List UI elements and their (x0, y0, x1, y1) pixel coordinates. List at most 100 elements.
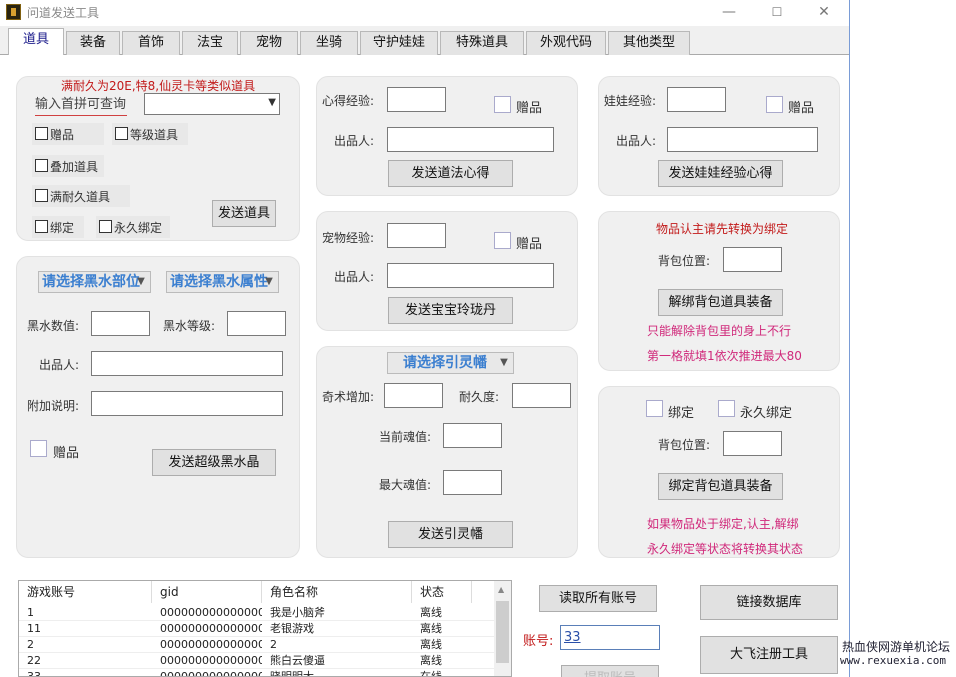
search-hint-label: 输入首拼可查询 (35, 93, 127, 116)
perm-bind-checkbox[interactable] (99, 220, 112, 233)
table-row[interactable]: 11 0000000000000007 老银游戏 离线 (19, 621, 495, 637)
send-black-crystal-button[interactable]: 发送超级黑水晶 (152, 449, 276, 476)
table-cell: 11 (27, 622, 41, 635)
account-input[interactable]: 33 (560, 625, 660, 650)
maximize-button[interactable]: ☐ (762, 2, 792, 22)
black-note-input[interactable] (91, 391, 283, 416)
table-row[interactable]: 22 0000000000000008 熊白云傻逼 离线 (19, 653, 495, 669)
table-row[interactable]: 1 0000000000000003 我是小脑斧 离线 (19, 605, 495, 621)
send-pet-button[interactable]: 发送宝宝玲珑丹 (388, 297, 513, 324)
title-bar: 问道发送工具 — ☐ ✕ (0, 0, 849, 26)
pet-gift-checkbox[interactable] (494, 232, 511, 249)
table-cell: 1 (27, 606, 34, 619)
pet-maker-label: 出品人: (334, 270, 375, 284)
send-heart-button[interactable]: 发送道法心得 (388, 160, 513, 187)
soul-current-label: 当前魂值: (379, 430, 432, 444)
bind-status-label: 绑定 (668, 406, 695, 421)
gift-checkbox[interactable] (35, 127, 48, 140)
tab-other[interactable]: 其他类型 (608, 31, 690, 55)
table-row[interactable]: 33 0000000000000009 晓明明大 在线 (19, 669, 495, 677)
black-part-select[interactable]: 请选择黑水部位 ▼ (38, 271, 151, 293)
connect-database-button[interactable]: 链接数据库 (700, 585, 838, 620)
scrollbar-thumb[interactable] (496, 601, 509, 663)
doll-gift-checkbox[interactable] (766, 96, 783, 113)
send-soul-banner-button[interactable]: 发送引灵幡 (388, 521, 513, 548)
black-gift-checkbox[interactable] (30, 440, 47, 457)
bind-button[interactable]: 绑定背包道具装备 (658, 473, 783, 500)
tab-item[interactable]: 道具 (8, 28, 64, 56)
stack-item-checkbox-row[interactable]: 叠加道具 (32, 155, 104, 177)
heart-maker-input[interactable] (387, 127, 554, 152)
soul-banner-select[interactable]: 请选择引灵幡 ▼ (387, 352, 514, 374)
tab-special-item[interactable]: 特殊道具 (440, 31, 524, 55)
soul-current-input[interactable] (443, 423, 502, 448)
table-scrollbar[interactable]: ▲ (494, 581, 511, 676)
black-value-input[interactable] (91, 311, 150, 336)
table-cell: 离线 (420, 606, 442, 619)
unbind-pos-input[interactable] (723, 247, 782, 272)
gift-checkbox-row[interactable]: 赠品 (32, 123, 104, 145)
tab-appearance-code[interactable]: 外观代码 (526, 31, 606, 55)
full-durability-checkbox[interactable] (35, 189, 48, 202)
bind-tip-2: 永久绑定等状态将转换其状态 (647, 542, 804, 556)
black-attr-select[interactable]: 请选择黑水属性 ▼ (166, 271, 279, 293)
black-level-input[interactable] (227, 311, 286, 336)
close-button[interactable]: ✕ (809, 2, 839, 22)
pet-exp-label: 宠物经验: (322, 231, 375, 245)
watermark-title: 热血侠网游单机论坛 (841, 640, 950, 654)
perm-bind-status-checkbox[interactable] (718, 400, 735, 417)
bind-checkbox-row[interactable]: 绑定 (32, 216, 84, 238)
tab-guardian-doll[interactable]: 守护娃娃 (360, 31, 438, 55)
column-header-role[interactable]: 角色名称 (262, 581, 412, 603)
perm-bind-checkbox-row[interactable]: 永久绑定 (96, 216, 170, 238)
heart-gift-checkbox[interactable] (494, 96, 511, 113)
heart-exp-input[interactable] (387, 87, 446, 112)
register-tool-button[interactable]: 大飞注册工具 (700, 636, 838, 674)
pet-exp-input[interactable] (387, 223, 446, 248)
column-header-status[interactable]: 状态 (412, 581, 472, 603)
tab-equipment[interactable]: 装备 (66, 31, 120, 55)
bind-tip-1: 如果物品处于绑定,认主,解绑 (647, 517, 799, 531)
tab-artifact[interactable]: 法宝 (182, 31, 238, 55)
column-header-gid[interactable]: gid (152, 581, 262, 603)
send-item-button[interactable]: 发送道具 (212, 200, 276, 227)
tab-jewelry[interactable]: 首饰 (122, 31, 180, 55)
doll-maker-input[interactable] (667, 127, 818, 152)
doll-maker-label: 出品人: (616, 134, 657, 148)
soul-add-input[interactable] (384, 383, 443, 408)
level-item-checkbox-row[interactable]: 等级道具 (112, 123, 188, 145)
soul-max-input[interactable] (443, 470, 502, 495)
table-cell: 0000000000000009 (160, 670, 262, 677)
bind-status-checkbox[interactable] (646, 400, 663, 417)
full-durability-checkbox-row[interactable]: 满耐久道具 (32, 185, 130, 207)
tab-mount[interactable]: 坐骑 (300, 31, 358, 55)
item-select[interactable]: ▼ (144, 93, 280, 115)
table-cell: 0000000000000007 (160, 622, 262, 635)
stack-item-checkbox[interactable] (35, 159, 48, 172)
level-item-checkbox[interactable] (115, 127, 128, 140)
pet-maker-input[interactable] (387, 263, 554, 288)
bind-checkbox[interactable] (35, 220, 48, 233)
chevron-down-icon: ▼ (500, 357, 508, 368)
bind-pos-input[interactable] (723, 431, 782, 456)
table-row[interactable]: 2 0000000000000004 2 离线 (19, 637, 495, 653)
scroll-up-icon[interactable]: ▲ (498, 585, 504, 594)
unbind-notice: 物品认主请先转换为绑定 (656, 222, 789, 236)
perm-bind-label: 永久绑定 (114, 221, 163, 235)
tab-bar: 道具 装备 首饰 法宝 宠物 坐骑 守护娃娃 特殊道具 外观代码 其他类型 (0, 28, 849, 56)
black-maker-input[interactable] (91, 351, 283, 376)
window-title: 问道发送工具 (27, 6, 100, 20)
black-attr-label: 请选择黑水属性 (170, 274, 268, 290)
unbind-button[interactable]: 解绑背包道具装备 (658, 289, 783, 316)
table-cell: 22 (27, 654, 41, 667)
doll-exp-input[interactable] (667, 87, 726, 112)
tab-pet[interactable]: 宠物 (240, 31, 298, 55)
send-doll-button[interactable]: 发送娃娃经验心得 (658, 160, 783, 187)
soul-durability-input[interactable] (512, 383, 571, 408)
column-header-account[interactable]: 游戏账号 (19, 581, 152, 603)
accounts-table[interactable]: 游戏账号 gid 角色名称 状态 1 0000000000000003 我是小脑… (18, 580, 512, 677)
gift-label: 赠品 (50, 128, 75, 142)
minimize-button[interactable]: — (714, 2, 744, 22)
read-accounts-button[interactable]: 读取所有账号 (539, 585, 657, 612)
extract-account-button[interactable]: 提取账号 (561, 665, 659, 677)
